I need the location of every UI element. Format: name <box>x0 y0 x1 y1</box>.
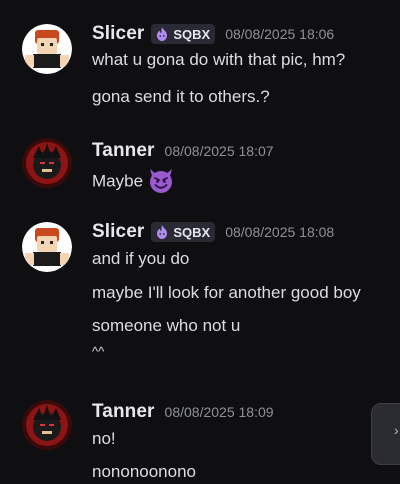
username[interactable]: Tanner <box>92 140 155 162</box>
message-text: gona send it to others.? <box>92 87 270 106</box>
message-line: Maybe <box>92 169 176 195</box>
message-text: Maybe <box>92 171 144 191</box>
message-text: someone who not u <box>92 316 241 335</box>
username[interactable]: Slicer <box>92 221 144 243</box>
username[interactable]: Tanner <box>92 401 155 423</box>
timestamp: 08/08/2025 18:07 <box>164 143 274 159</box>
flame-icon <box>157 225 168 239</box>
message-text: maybe I'll look for another good boy <box>92 283 361 302</box>
guild-tag[interactable]: SQBX <box>151 222 216 242</box>
username[interactable]: Slicer <box>92 23 144 45</box>
avatar-slicer[interactable] <box>22 222 72 272</box>
guild-tag-label: SQBX <box>173 224 211 240</box>
message-header: Slicer SQBX 08/08/2025 18:08 <box>92 220 334 244</box>
message-header: Tanner 08/08/2025 18:07 <box>92 139 274 163</box>
avatar-tanner[interactable] <box>22 400 72 450</box>
message-header: Tanner 08/08/2025 18:09 <box>92 400 274 424</box>
avatar-slicer[interactable] <box>22 24 72 74</box>
message-feed: Slicer SQBX 08/08/2025 18:06 what u gona… <box>0 0 400 484</box>
anime-avatar-icon <box>22 400 72 450</box>
timestamp: 08/08/2025 18:09 <box>164 404 274 420</box>
smiling-imp-emoji <box>150 169 173 193</box>
guild-tag-label: SQBX <box>173 26 211 42</box>
message-text: and if you do <box>92 249 190 268</box>
message-text: ^^ <box>92 344 105 359</box>
chevron-icon: › <box>394 422 399 438</box>
flame-icon <box>157 27 168 41</box>
message-text: what u gona do with that pic, hm? <box>92 50 346 69</box>
message-text: no! <box>92 429 116 448</box>
guild-tag[interactable]: SQBX <box>151 24 216 44</box>
scroll-jump-button[interactable]: › <box>371 403 400 465</box>
message-text: nononoonono <box>92 462 197 481</box>
avatar-tanner[interactable] <box>22 138 72 188</box>
anime-avatar-icon <box>22 138 72 188</box>
timestamp: 08/08/2025 18:06 <box>225 26 335 42</box>
timestamp: 08/08/2025 18:08 <box>225 224 335 240</box>
roblox-avatar-icon <box>22 222 72 272</box>
message-header: Slicer SQBX 08/08/2025 18:06 <box>92 22 334 46</box>
roblox-avatar-icon <box>22 24 72 74</box>
